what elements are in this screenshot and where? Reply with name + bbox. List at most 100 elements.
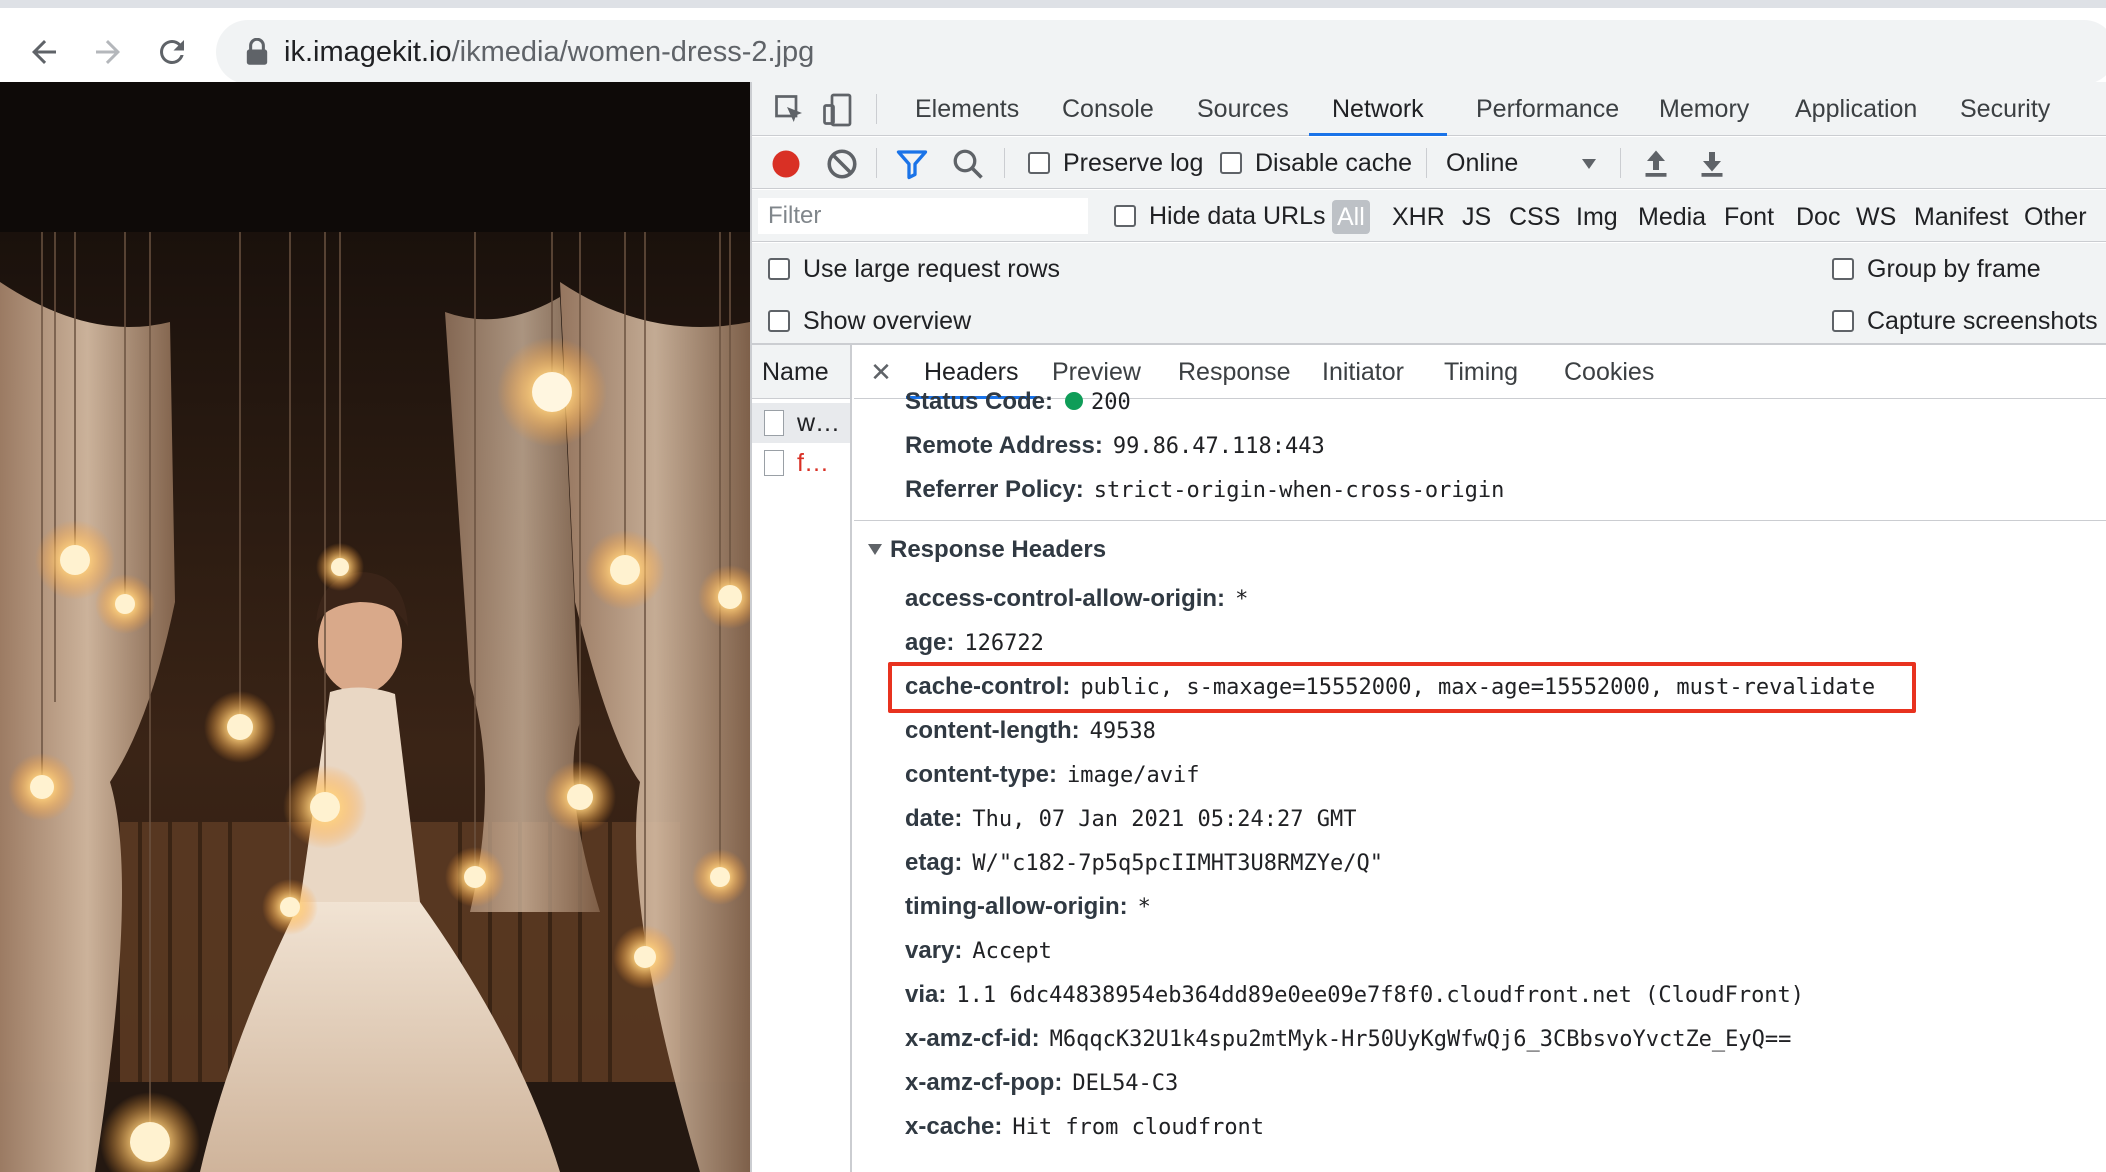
filter-type-manifest[interactable]: Manifest [1914, 200, 2008, 234]
checkbox-box[interactable] [1028, 152, 1050, 174]
record-icon[interactable] [768, 146, 804, 182]
filter-type-doc[interactable]: Doc [1796, 200, 1840, 234]
tab-console[interactable]: Console [1039, 82, 1177, 136]
header-key: timing-allow-origin: [905, 893, 1128, 920]
request-name: w… [797, 408, 841, 437]
disable-cache-checkbox[interactable]: Disable cache [1220, 145, 1412, 181]
header-key: Referrer Policy: [905, 476, 1084, 503]
large-rows-checkbox[interactable]: Use large request rows [768, 251, 1060, 287]
inspect-element-icon[interactable] [772, 92, 808, 128]
header-key: Remote Address: [905, 432, 1103, 459]
close-details-button[interactable]: ✕ [864, 355, 898, 389]
filter-type-other[interactable]: Other [2024, 200, 2087, 234]
filter-type-font[interactable]: Font [1724, 200, 1774, 234]
request-row[interactable]: w… [752, 403, 850, 443]
tab-memory[interactable]: Memory [1636, 82, 1772, 136]
network-toolbar: Preserve log Disable cache Online [752, 137, 2106, 189]
response-header-row: x-cache: Hit from cloudfront [905, 1105, 1264, 1149]
checkbox-box[interactable] [1832, 310, 1854, 332]
header-key: via: [905, 981, 947, 1008]
filter-input[interactable] [758, 198, 1088, 234]
header-key: Status Code: [905, 388, 1054, 415]
url-text[interactable]: ik.imagekit.io/ikmedia/women-dress-2.jpg [284, 34, 814, 70]
response-header-row: vary: Accept [905, 929, 1052, 973]
checkbox-box[interactable] [1114, 205, 1136, 227]
filter-type-js[interactable]: JS [1462, 200, 1491, 234]
bride-photo [0, 82, 750, 1172]
checkbox-box[interactable] [1220, 152, 1242, 174]
preserve-log-label: Preserve log [1063, 148, 1204, 177]
search-icon[interactable] [950, 146, 986, 182]
devtools-panel: Elements Console Sources Network Perform… [750, 82, 2106, 1172]
show-overview-checkbox[interactable]: Show overview [768, 303, 971, 339]
header-key: access-control-allow-origin: [905, 585, 1226, 612]
address-bar[interactable]: ik.imagekit.io/ikmedia/women-dress-2.jpg [216, 20, 2106, 84]
header-row-status: Status Code: 200 [905, 380, 1131, 424]
toolbar-divider [1004, 148, 1005, 178]
url-host: ik.imagekit.io [284, 36, 452, 68]
tab-application[interactable]: Application [1772, 82, 1940, 136]
section-divider [854, 520, 2106, 521]
hide-data-urls-checkbox[interactable]: Hide data URLs [1114, 198, 1325, 234]
header-key: date: [905, 805, 963, 832]
detail-tab-cookies[interactable]: Cookies [1546, 345, 1672, 399]
throttling-select[interactable]: Online [1446, 145, 1606, 181]
tab-sources[interactable]: Sources [1174, 82, 1312, 136]
preserve-log-checkbox[interactable]: Preserve log [1028, 145, 1203, 181]
filter-type-img[interactable]: Img [1576, 200, 1618, 234]
checkbox-box[interactable] [1832, 258, 1854, 280]
header-value: 49538 [1089, 719, 1156, 744]
detail-tab-response[interactable]: Response [1160, 345, 1309, 399]
detail-tab-timing[interactable]: Timing [1426, 345, 1536, 399]
filter-icon[interactable] [894, 146, 930, 182]
show-overview-label: Show overview [803, 306, 972, 335]
tab-network[interactable]: Network [1309, 82, 1447, 136]
export-har-icon[interactable] [1694, 146, 1730, 182]
response-header-row: etag: W/"c182-7p5q5pcIIMHT3U8RMZYe/Q" [905, 841, 1383, 885]
reload-icon [160, 40, 184, 64]
filter-type-media[interactable]: Media [1638, 200, 1706, 234]
name-column-header[interactable]: Name [752, 345, 850, 399]
filter-type-ws[interactable]: WS [1856, 200, 1896, 234]
device-toolbar-icon[interactable] [820, 92, 856, 128]
response-headers-toggle[interactable]: Response Headers [868, 528, 1106, 572]
checkbox-box[interactable] [768, 258, 790, 280]
clear-icon[interactable] [824, 146, 860, 182]
tab-elements[interactable]: Elements [892, 82, 1042, 136]
back-button[interactable] [18, 26, 70, 78]
tab-performance[interactable]: Performance [1453, 82, 1642, 136]
response-header-row: content-length: 49538 [905, 709, 1156, 753]
filter-type-xhr[interactable]: XHR [1392, 200, 1445, 234]
document-icon [764, 410, 784, 436]
forward-button[interactable] [82, 26, 134, 78]
response-header-row: age: 126722 [905, 621, 1044, 665]
detail-tab-initiator[interactable]: Initiator [1304, 345, 1422, 399]
lock-icon [246, 38, 268, 65]
header-key: vary: [905, 937, 963, 964]
url-path: /ikmedia/women-dress-2.jpg [451, 36, 815, 68]
header-key: x-cache: [905, 1113, 1003, 1140]
tab-security[interactable]: Security [1937, 82, 2073, 136]
header-key: x-amz-cf-pop: [905, 1069, 1063, 1096]
request-row[interactable]: f… [752, 443, 850, 483]
group-by-frame-checkbox[interactable]: Group by frame [1832, 251, 2041, 287]
document-icon [764, 450, 784, 476]
reload-button[interactable] [146, 26, 198, 78]
header-key: age: [905, 629, 955, 656]
toolbar-divider [1620, 148, 1621, 178]
header-value: Thu, 07 Jan 2021 05:24:27 GMT [972, 807, 1357, 832]
filter-type-all[interactable]: All [1332, 200, 1370, 234]
import-har-icon[interactable] [1638, 146, 1674, 182]
header-key: etag: [905, 849, 963, 876]
header-value: DEL54-C3 [1072, 1071, 1179, 1096]
header-key: content-type: [905, 761, 1057, 788]
chevron-down-icon [1582, 159, 1596, 169]
capture-screenshots-checkbox[interactable]: Capture screenshots [1832, 303, 2098, 339]
header-value: 126722 [964, 631, 1044, 656]
filter-type-css[interactable]: CSS [1509, 200, 1560, 234]
header-value: Accept [972, 939, 1052, 964]
response-header-row: access-control-allow-origin: * [905, 577, 1248, 621]
image-viewport [0, 82, 750, 1172]
throttling-value: Online [1446, 148, 1519, 177]
checkbox-box[interactable] [768, 310, 790, 332]
